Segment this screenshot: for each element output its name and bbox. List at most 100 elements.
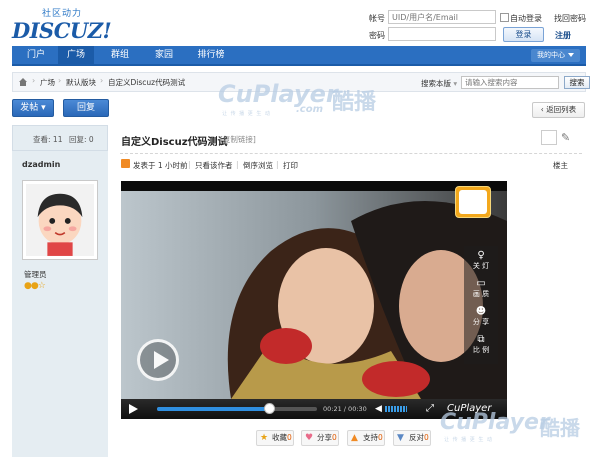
player-side-controls: ♀ 关 灯 ▭ 画 质 ☻ 分 享 ⧉ 比 例 bbox=[464, 246, 498, 364]
support-count: 0 bbox=[378, 433, 383, 442]
password-label: 密码 bbox=[369, 31, 385, 40]
back-to-list-button[interactable]: ‹ 返回列表 bbox=[532, 102, 585, 118]
breadcrumb-separator: › bbox=[100, 76, 104, 85]
oppose-label: 反对 bbox=[409, 433, 424, 442]
login-button[interactable]: 登录 bbox=[503, 27, 544, 42]
watermark-brand-bottom: CuPlayer bbox=[440, 410, 550, 435]
play-icon[interactable] bbox=[129, 404, 138, 414]
breadcrumb-separator: › bbox=[32, 76, 36, 85]
replies-stat: 回复: 0 bbox=[69, 134, 94, 145]
caret-down-icon: ▾ bbox=[453, 79, 458, 88]
lights-off-button[interactable]: ♀ 关 灯 bbox=[464, 250, 498, 271]
print-link[interactable]: 打印 bbox=[283, 160, 298, 171]
time-display: 00:21 / 00:30 bbox=[323, 405, 367, 413]
breadcrumb-square[interactable]: 广场 bbox=[40, 77, 55, 88]
support-label: 支持 bbox=[363, 433, 378, 442]
author-icon bbox=[121, 159, 130, 168]
avatar-image bbox=[26, 184, 94, 256]
people-icon: ☻ bbox=[475, 306, 487, 317]
favorite-count: 0 bbox=[287, 433, 292, 442]
auto-login-label: 自动登录 bbox=[510, 14, 542, 23]
avatar[interactable] bbox=[22, 180, 98, 260]
home-icon[interactable] bbox=[18, 77, 28, 87]
divider bbox=[120, 153, 582, 154]
replies-label: 回复: bbox=[69, 135, 87, 144]
quality-label: 画 质 bbox=[472, 290, 490, 298]
meta-separator: | bbox=[236, 160, 239, 169]
breadcrumb-separator: › bbox=[58, 76, 62, 85]
discuz-logo[interactable]: 社区动力 DISCUZ! bbox=[12, 6, 122, 43]
checkbox[interactable] bbox=[541, 130, 557, 145]
favorite-button[interactable]: ★ 收藏0 bbox=[256, 430, 294, 446]
views-stat: 查看: 11 bbox=[33, 134, 62, 145]
find-password-link[interactable]: 找回密码 bbox=[554, 13, 586, 24]
views-label: 查看: bbox=[33, 135, 51, 144]
video-frame bbox=[121, 191, 507, 399]
caret-down-icon bbox=[568, 53, 574, 57]
nav-item-ranking[interactable]: 排行榜 bbox=[190, 46, 232, 64]
account-input[interactable] bbox=[388, 10, 496, 24]
auto-login-checkbox[interactable] bbox=[500, 13, 509, 22]
share-label: 分 享 bbox=[472, 318, 490, 326]
register-link[interactable]: 注册 bbox=[555, 30, 571, 41]
volume-icon[interactable]: ◀ bbox=[375, 404, 382, 414]
rank-stars: ●●☆ bbox=[24, 281, 46, 291]
copy-link[interactable]: [复制链接] bbox=[220, 134, 256, 145]
meta-separator: | bbox=[276, 160, 279, 169]
ratio-icon: ⧉ bbox=[477, 334, 485, 345]
support-button[interactable]: ▲ 支持0 bbox=[347, 430, 385, 446]
search-scope-label: 搜索本版 bbox=[421, 79, 451, 88]
password-input[interactable] bbox=[388, 27, 496, 41]
watermark-slogan-bottom: 让 传 播 更 生 动 bbox=[444, 437, 493, 443]
author-username[interactable]: dzadmin bbox=[22, 160, 60, 169]
search-input[interactable] bbox=[461, 76, 559, 89]
share-count: 0 bbox=[332, 433, 337, 442]
breadcrumb-thread[interactable]: 自定义Discuz代码测试 bbox=[108, 77, 185, 88]
main-nav: 门户 广场 群组 家园 排行榜 我的中心 bbox=[12, 46, 586, 66]
my-center-dropdown[interactable]: 我的中心 bbox=[531, 49, 580, 62]
monitor-icon: ▭ bbox=[476, 278, 486, 289]
nav-item-portal[interactable]: 门户 bbox=[18, 46, 54, 64]
favorite-label: 收藏 bbox=[272, 433, 287, 442]
seek-bar[interactable] bbox=[157, 407, 317, 411]
lights-off-label: 关 灯 bbox=[472, 262, 490, 270]
floor-label: 楼主 bbox=[553, 161, 568, 170]
nav-item-square[interactable]: 广场 bbox=[58, 46, 94, 64]
ratio-button[interactable]: ⧉ 比 例 bbox=[464, 334, 498, 355]
nav-item-groups[interactable]: 群组 bbox=[102, 46, 138, 64]
views-count: 11 bbox=[52, 135, 63, 144]
only-author-link[interactable]: 只看该作者 bbox=[195, 160, 233, 171]
post-time: 发表于 1 小时前 bbox=[133, 161, 188, 170]
quality-button[interactable]: ▭ 画 质 bbox=[464, 278, 498, 299]
ratio-label: 比 例 bbox=[472, 346, 490, 354]
wrench-icon[interactable]: ✎ bbox=[561, 131, 570, 144]
breadcrumb-default-forum[interactable]: 默认版块 bbox=[66, 77, 96, 88]
account-label: 帐号 bbox=[369, 14, 385, 23]
seek-handle[interactable] bbox=[264, 403, 275, 414]
post-button[interactable]: 发帖 ▾ bbox=[12, 99, 54, 117]
bulb-icon: ♀ bbox=[477, 250, 485, 261]
search-scope-select[interactable]: 搜索本版 ▾ bbox=[421, 78, 457, 89]
thumbs-down-icon: ▼ bbox=[397, 433, 404, 443]
watermark-domain: .com bbox=[296, 104, 324, 115]
search-button[interactable]: 搜索 bbox=[564, 76, 590, 89]
share-post-button[interactable]: ♥ 分享0 bbox=[301, 430, 339, 446]
reply-button[interactable]: 回复 bbox=[63, 99, 109, 117]
nav-item-home[interactable]: 家园 bbox=[146, 46, 182, 64]
fullscreen-icon[interactable]: ⤢ bbox=[426, 403, 434, 414]
heart-icon: ♥ bbox=[305, 433, 314, 443]
volume-slider[interactable] bbox=[385, 406, 407, 412]
star-icon: ☆ bbox=[37, 281, 46, 291]
meta-separator: | bbox=[188, 160, 191, 169]
star-icon: ★ bbox=[260, 433, 269, 443]
watermark-chinese-bottom: 酷播 bbox=[540, 416, 580, 440]
share-button[interactable]: ☻ 分 享 bbox=[464, 306, 498, 327]
oppose-button[interactable]: ▼ 反对0 bbox=[393, 430, 431, 446]
sun-icon: ● bbox=[24, 281, 32, 291]
forum-thread-page: 社区动力 DISCUZ! 帐号 自动登录 找回密码 密码 登录 注册 门户 广场… bbox=[0, 0, 600, 457]
reverse-order-link[interactable]: 倒序浏览 bbox=[243, 160, 273, 171]
caret-down-icon: ▾ bbox=[41, 103, 46, 113]
video-player[interactable]: ♀ 关 灯 ▭ 画 质 ☻ 分 享 ⧉ 比 例 00:21 / 00:30 ◀ ⤢ Cu… bbox=[121, 181, 507, 419]
big-play-button[interactable] bbox=[137, 339, 179, 381]
back-to-list-label: 返回列表 bbox=[546, 105, 577, 114]
